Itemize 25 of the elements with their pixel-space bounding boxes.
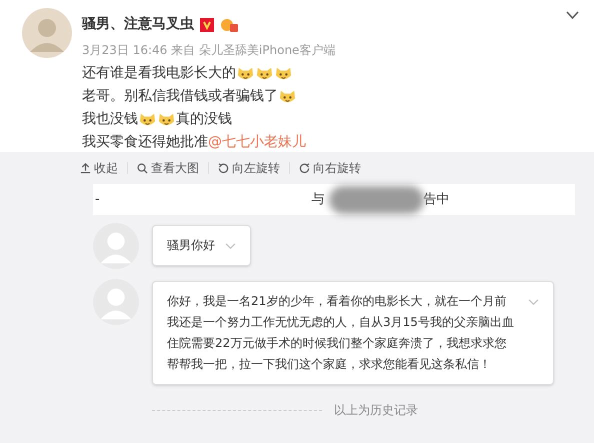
verified-icon: [200, 18, 214, 32]
upload-icon: [80, 162, 91, 174]
history-note: 以上为历史记录: [334, 402, 418, 419]
post-text: 真的没钱: [176, 110, 232, 129]
chat-header-text: -: [95, 190, 100, 209]
toolbar-link[interactable]: 向右旋转: [313, 159, 361, 177]
post-text: 我也没钱: [82, 110, 138, 129]
toolbar-link[interactable]: 向左旋转: [232, 159, 280, 177]
post-text: 还有谁是看我电影长大的: [82, 64, 236, 83]
toolbar-link[interactable]: 查看大图: [151, 159, 199, 177]
chevron-down-icon[interactable]: [566, 11, 579, 20]
message-text: 你好，我是一名21岁的少年，看着你的电影长大，就在一个月前我还是一个努力工作无忧无虑的人，自从3月15号我的父亲脑出血住院需要22万元做手术的时候我们整个家庭奔溃了，我想求求您帮帮我一把，拉一下我们这个家庭，求求您能看见这条私信！: [167, 293, 515, 373]
rotate-right-icon: [299, 162, 310, 174]
rotate-left-icon: [218, 162, 229, 174]
post-text: 我买零食还得她批准: [82, 133, 208, 152]
level-icon: [220, 16, 238, 32]
author-name[interactable]: 骚男、注意马叉虫: [82, 14, 194, 35]
post-meta: 3月23日 16:46 来自 朵儿圣舔美iPhone客户端: [82, 42, 336, 59]
search-icon: [137, 162, 148, 174]
toolbar-link[interactable]: 收起: [94, 159, 118, 177]
chat-header-text: 与: [312, 190, 325, 209]
post-text: 老哥。别私信我借钱或者骗钱了: [82, 87, 278, 106]
message-text: 骚男你好: [167, 237, 215, 254]
avatar-silhouette[interactable]: [22, 8, 72, 58]
chat-header-text: 告中: [424, 190, 450, 209]
